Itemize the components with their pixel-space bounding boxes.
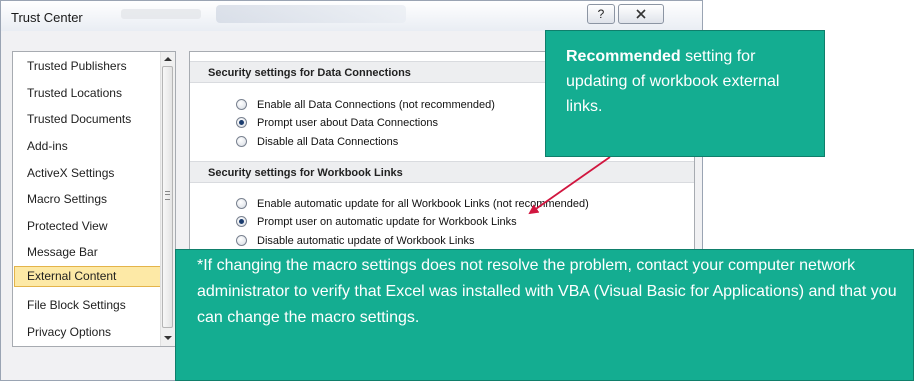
scroll-up-icon[interactable] (164, 56, 172, 62)
scrollbar-thumb[interactable] (162, 66, 173, 328)
radio-button-checked[interactable] (236, 216, 247, 227)
scroll-down-icon[interactable] (164, 335, 172, 341)
radio-button-checked[interactable] (236, 117, 247, 128)
radio-button[interactable] (236, 235, 247, 246)
sidebar-item-trusted-locations[interactable]: Trusted Locations (14, 83, 164, 104)
sidebar-item-trusted-publishers[interactable]: Trusted Publishers (14, 56, 164, 77)
radio-label: Enable automatic update for all Workbook… (257, 198, 589, 210)
sidebar-item-external-content[interactable]: External Content (14, 266, 164, 287)
callout-bold-text: Recommended (566, 48, 681, 65)
sidebar-item-add-ins[interactable]: Add-ins (14, 136, 164, 157)
radio-label: Prompt user on automatic update for Work… (257, 216, 517, 228)
window-title: Trust Center (11, 10, 83, 25)
blurred-background-element (121, 9, 201, 19)
radio-label: Disable automatic update of Workbook Lin… (257, 235, 475, 247)
radio-button[interactable] (236, 198, 247, 209)
sidebar-item-macro-settings[interactable]: Macro Settings (14, 189, 164, 210)
blurred-background-element (216, 5, 406, 23)
help-glyph: ? (598, 7, 605, 21)
close-icon (636, 9, 646, 19)
grip-icon (165, 191, 170, 200)
radio-label: Enable all Data Connections (not recomme… (257, 99, 495, 111)
radio-label: Disable all Data Connections (257, 136, 399, 148)
sidebar-item-protected-view[interactable]: Protected View (14, 216, 164, 237)
macro-note-banner: *If changing the macro settings does not… (175, 249, 914, 381)
help-icon: ? (598, 7, 605, 21)
sidebar-item-message-bar[interactable]: Message Bar (14, 242, 164, 263)
radio-button[interactable] (236, 136, 247, 147)
title-bar: Trust Center ? (1, 1, 702, 31)
sidebar-item-file-block-settings[interactable]: File Block Settings (14, 295, 164, 316)
recommended-callout: Recommended setting for updating of work… (545, 30, 825, 157)
workbook-links-header: Security settings for Workbook Links (190, 161, 694, 183)
radio-button[interactable] (236, 99, 247, 110)
close-button[interactable] (618, 4, 664, 24)
radio-label: Prompt user about Data Connections (257, 117, 438, 129)
sidebar-item-activex-settings[interactable]: ActiveX Settings (14, 163, 164, 184)
help-button[interactable]: ? (587, 4, 615, 24)
sidebar-scrollbar[interactable] (160, 52, 175, 346)
sidebar-item-trusted-documents[interactable]: Trusted Documents (14, 109, 164, 130)
sidebar-nav: Trusted Publishers Trusted Locations Tru… (12, 51, 176, 347)
sidebar-item-privacy-options[interactable]: Privacy Options (14, 322, 164, 343)
